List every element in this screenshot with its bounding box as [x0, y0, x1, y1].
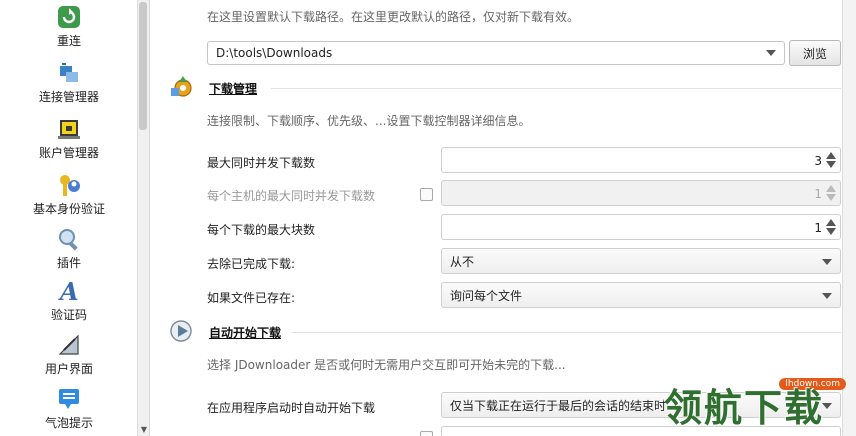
- scroll-down-arrow-icon[interactable]: ▼: [141, 425, 147, 434]
- sidebar-item-label: 连接管理器: [38, 90, 99, 104]
- max-chunks-label: 每个下载的最大块数: [207, 223, 316, 237]
- browse-button[interactable]: 浏览: [789, 40, 841, 66]
- account-manager-icon: [54, 116, 84, 142]
- sidebar-item-label: 插件: [56, 256, 81, 270]
- sidebar-item-bubble-tip[interactable]: 气泡提示: [0, 386, 138, 431]
- sidebar-item-connection-manager[interactable]: 连接管理器: [0, 60, 138, 105]
- chevron-down-icon[interactable]: [822, 293, 832, 299]
- download-path-description: 在这里设置默认下载路径。在这里更改默认的路径，仅对新下载有效。: [207, 10, 580, 24]
- download-path-combo[interactable]: D:\tools\Downloads: [207, 41, 785, 65]
- sidebar-item-label: 账户管理器: [38, 146, 99, 160]
- file-exists-label: 如果文件已存在:: [207, 291, 296, 305]
- remove-finished-value: 从不: [450, 254, 475, 269]
- file-exists-value: 询问每个文件: [450, 288, 523, 303]
- chevron-down-icon[interactable]: [766, 50, 776, 56]
- connection-manager-icon: [54, 60, 84, 86]
- sidebar-item-basic-auth[interactable]: 基本身份验证: [0, 172, 138, 217]
- sidebar-item-label: 气泡提示: [44, 416, 93, 430]
- max-concurrent-label: 最大同时并发下载数: [207, 156, 316, 170]
- section-divider: [271, 88, 841, 89]
- user-interface-icon: [54, 332, 84, 358]
- sidebar-item-captcha[interactable]: A 验证码: [0, 278, 138, 323]
- auto-start-icon: [169, 318, 195, 347]
- max-chunks-spinner[interactable]: 1: [441, 214, 841, 240]
- chevron-down-icon[interactable]: [822, 259, 832, 265]
- download-management-icon: [169, 74, 195, 103]
- sidebar-item-label: 基本身份验证: [32, 202, 105, 216]
- sidebar-item-plugin[interactable]: 插件: [0, 226, 138, 271]
- partial-row-checkbox[interactable]: [420, 431, 433, 436]
- max-per-host-checkbox[interactable]: [420, 188, 433, 201]
- auto-start-title: 自动开始下载: [209, 325, 282, 340]
- spinner-value: 3: [814, 154, 822, 168]
- download-management-title: 下载管理: [209, 81, 258, 96]
- sidebar-item-label: 验证码: [50, 308, 87, 322]
- sidebar-scrollbar[interactable]: ▼: [137, 0, 149, 436]
- download-management-description: 连接限制、下载顺序、优先级、...设置下载控制器详细信息。: [207, 114, 531, 128]
- sidebar-item-account-manager[interactable]: 账户管理器: [0, 116, 138, 161]
- auto-start-description: 选择 JDownloader 是否或何时无需用户交互即可开始未完的下载...: [207, 358, 566, 372]
- basic-auth-icon: [54, 172, 84, 198]
- download-path-value: D:\tools\Downloads: [216, 46, 333, 60]
- sidebar-scroll-thumb[interactable]: [139, 2, 147, 130]
- spinner-value: 1: [814, 221, 822, 235]
- download-management-header: 下载管理: [169, 74, 257, 102]
- reconnect-icon: [54, 4, 84, 30]
- auto-start-label: 在应用程序启动时自动开始下载: [207, 401, 376, 415]
- section-divider: [291, 332, 841, 333]
- remove-finished-label: 去除已完成下载:: [207, 257, 296, 271]
- sidebar-item-label: 重连: [56, 34, 81, 48]
- remove-finished-select[interactable]: 从不: [441, 248, 841, 274]
- sidebar-item-user-interface[interactable]: 用户界面: [0, 332, 138, 377]
- max-concurrent-spinner[interactable]: 3: [441, 147, 841, 173]
- settings-content: 在这里设置默认下载路径。在这里更改默认的路径，仅对新下载有效。 D:\tools…: [151, 0, 856, 436]
- spinner-value: 1: [814, 187, 822, 201]
- watermark-text: 领航下载: [664, 386, 825, 430]
- captcha-icon: A: [54, 278, 84, 304]
- spinner-arrows-icon[interactable]: [826, 219, 836, 237]
- max-per-host-label: 每个主机的最大同时并发下载数: [207, 189, 376, 203]
- file-exists-select[interactable]: 询问每个文件: [441, 282, 841, 308]
- spinner-arrows-icon[interactable]: [826, 152, 836, 170]
- spinner-arrows-icon[interactable]: [826, 185, 836, 203]
- max-per-host-spinner[interactable]: 1: [441, 180, 841, 206]
- plugin-icon: [54, 226, 84, 252]
- sidebar-item-reconnect[interactable]: 重连: [0, 4, 138, 49]
- site-watermark: lhdown.com 领航下载: [664, 378, 850, 432]
- main-scrollbar[interactable]: [842, 0, 856, 436]
- svg-text:A: A: [58, 278, 79, 304]
- settings-sidebar: 重连 连接管理器 账户管理器 基本身份验证 插件 A 验证码 用户界面 气泡提示…: [0, 0, 150, 436]
- auto-start-value: 仅当下载正在运行于最后的会话的结束时: [450, 398, 667, 413]
- bubble-tip-icon: [54, 386, 84, 412]
- sidebar-item-label: 用户界面: [44, 362, 93, 376]
- auto-start-header: 自动开始下载: [169, 318, 281, 346]
